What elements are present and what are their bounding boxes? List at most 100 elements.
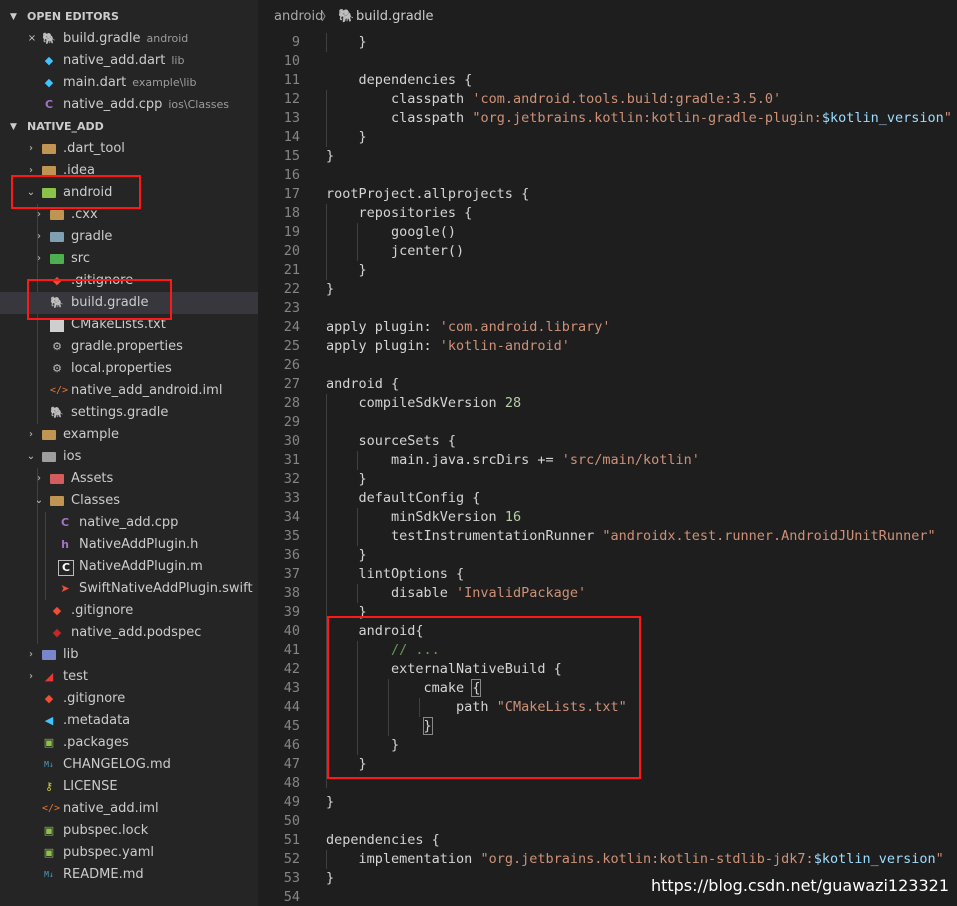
code-text: android{ [326,622,424,641]
code-line[interactable]: 20 jcenter() [258,242,957,261]
code-line[interactable]: 9 } [258,33,957,52]
code-line[interactable]: 52 implementation "org.jetbrains.kotlin:… [258,850,957,869]
code-line[interactable]: 11 dependencies { [258,71,957,90]
tree-file[interactable]: C native_add.cpp [0,512,258,534]
project-header[interactable]: ▼ NATIVE_ADD [0,116,258,138]
code-line[interactable]: 15} [258,147,957,166]
tree-file[interactable]: h NativeAddPlugin.h [0,534,258,556]
tree-folder[interactable]: › lib [0,644,258,666]
code-line[interactable]: 39 } [258,603,957,622]
tree-file[interactable]: </> native_add.iml [0,798,258,820]
tree-file[interactable]: C NativeAddPlugin.m [0,556,258,578]
tree-file[interactable]: ⚙ gradle.properties [0,336,258,358]
tree-file[interactable]: </> native_add_android.iml [0,380,258,402]
tree-folder[interactable]: › .idea [0,160,258,182]
open-editor-desc: example\lib [132,76,197,89]
breadcrumb-folder[interactable]: android [274,0,323,33]
code-line[interactable]: 40 android{ [258,622,957,641]
code-line[interactable]: 45 } [258,717,957,736]
code-line[interactable]: 33 defaultConfig { [258,489,957,508]
close-icon[interactable]: × [26,28,38,50]
code-line[interactable]: 36 } [258,546,957,565]
tree-file[interactable]: ▣ pubspec.lock [0,820,258,842]
line-number: 11 [283,72,300,88]
code-line[interactable]: 30 sourceSets { [258,432,957,451]
code-line[interactable]: 51 dependencies { [258,831,957,850]
code-line[interactable]: 24 apply plugin: 'com.android.library' [258,318,957,337]
tree-file-selected[interactable]: 🐘 build.gradle [0,292,258,314]
tree-folder-android[interactable]: ⌄ android [0,182,258,204]
code-line[interactable]: 12 classpath 'com.android.tools.build:gr… [258,90,957,109]
line-number: 41 [283,642,300,658]
code-line[interactable]: 26 [258,356,957,375]
tree-folder[interactable]: › Assets [0,468,258,490]
code-line[interactable]: 14 } [258,128,957,147]
tree-folder[interactable]: ⌄ ios [0,446,258,468]
code-line[interactable]: 47 } [258,755,957,774]
tree-file[interactable]: M↓ CHANGELOG.md [0,754,258,776]
swift-icon: ➤ [60,582,70,595]
code-line[interactable]: 46 } [258,736,957,755]
tree-file[interactable]: 🐘 settings.gradle [0,402,258,424]
chevron-right-icon: › [29,165,33,176]
code-line[interactable]: 50 [258,812,957,831]
code-line[interactable]: 21 } [258,261,957,280]
tree-file[interactable]: ▣ .packages [0,732,258,754]
code-line[interactable]: 25 apply plugin: 'kotlin-android' [258,337,957,356]
code-line[interactable]: 13 classpath "org.jetbrains.kotlin:kotli… [258,109,957,128]
tree-folder[interactable]: › ◢ test [0,666,258,688]
code-line[interactable]: 17 rootProject.allprojects { [258,185,957,204]
tree-folder[interactable]: › src [0,248,258,270]
open-editors-header[interactable]: ▼ OPEN EDITORS [0,6,258,28]
code-line[interactable]: 10 [258,52,957,71]
code-line[interactable]: 44 path "CMakeLists.txt" [258,698,957,717]
code-line[interactable]: 29 [258,413,957,432]
code-line[interactable]: 43 cmake { [258,679,957,698]
tree-file[interactable]: ⚷ LICENSE [0,776,258,798]
tree-file[interactable]: ➤ SwiftNativeAddPlugin.swift [0,578,258,600]
code-line[interactable]: 41 // ... [258,641,957,660]
tree-folder[interactable]: › .cxx [0,204,258,226]
tree-file[interactable]: ◆ native_add.podspec [0,622,258,644]
tree-file[interactable]: M↓ README.md [0,864,258,886]
tree-folder[interactable]: › gradle [0,226,258,248]
chevron-right-icon: › [29,429,33,440]
code-line[interactable]: 28 compileSdkVersion 28 [258,394,957,413]
code-line[interactable]: 38 disable 'InvalidPackage' [258,584,957,603]
code-line[interactable]: 16 [258,166,957,185]
code-line[interactable]: 31 main.java.srcDirs += 'src/main/kotlin… [258,451,957,470]
tree-file[interactable]: ◀ .metadata [0,710,258,732]
open-editor-item[interactable]: × 🐘 build.gradle android [0,28,258,50]
tree-file[interactable]: ⚙ local.properties [0,358,258,380]
tree-file[interactable]: ◆ .gitignore [0,600,258,622]
open-editor-item[interactable]: C native_add.cpp ios\Classes [0,94,258,116]
code-line[interactable]: 32 } [258,470,957,489]
tree-folder[interactable]: ⌄ Classes [0,490,258,512]
code-line[interactable]: 18 repositories { [258,204,957,223]
code-editor[interactable]: android 〉 🐘 build.gradle 9 } 10 11 depende… [258,0,957,906]
tree-folder[interactable]: › .dart_tool [0,138,258,160]
code-text: } [326,603,367,622]
code-line[interactable]: 19 google() [258,223,957,242]
tree-folder[interactable]: › example [0,424,258,446]
line-number: 48 [283,775,300,791]
code-token: lintOptions { [326,566,465,582]
breadcrumb-file[interactable]: build.gradle [356,0,434,33]
code-line[interactable]: 27 android { [258,375,957,394]
tree-file[interactable]: ◆ .gitignore [0,270,258,292]
code-line[interactable]: 22} [258,280,957,299]
tree-file[interactable]: ◆ .gitignore [0,688,258,710]
code-line[interactable]: 34 minSdkVersion 16 [258,508,957,527]
code-line[interactable]: 23 [258,299,957,318]
open-editor-item[interactable]: ◆ native_add.dart lib [0,50,258,72]
code-line[interactable]: 37 lintOptions { [258,565,957,584]
tree-file[interactable]: CMakeLists.txt [0,314,258,336]
code-line[interactable]: 49} [258,793,957,812]
code-line[interactable]: 42 externalNativeBuild { [258,660,957,679]
open-editor-item[interactable]: ◆ main.dart example\lib [0,72,258,94]
tree-file[interactable]: ▣ pubspec.yaml [0,842,258,864]
code-token: } [326,604,367,620]
code-line[interactable]: 48 [258,774,957,793]
code-line[interactable]: 35 testInstrumentationRunner "androidx.t… [258,527,957,546]
code-token: main.java.srcDirs += [326,452,562,468]
